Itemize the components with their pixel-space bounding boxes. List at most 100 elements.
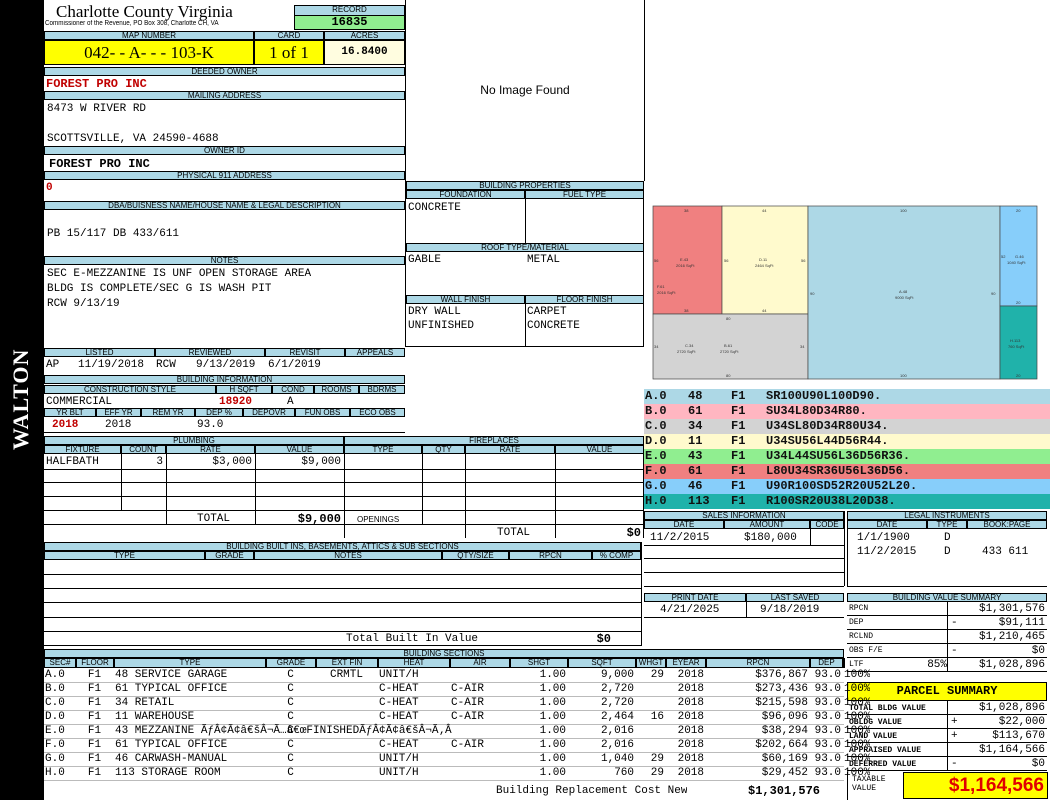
section-cell-eyear: 2018 <box>677 767 704 779</box>
builtins-total: $0 <box>596 632 611 646</box>
sketch-dim: 34 <box>654 344 659 349</box>
reviewed-date: 9/13/2019 <box>196 359 256 371</box>
print-date-label: PRINT DATE <box>644 593 746 602</box>
wall-2: UNFINISHED <box>408 320 475 332</box>
sections-col-header: DEP <box>810 658 843 668</box>
section-cell-dep: 93.0 <box>814 725 841 737</box>
section-cell-shgt: 1.00 <box>539 753 566 765</box>
plumbing-label: PLUMBING <box>44 436 344 445</box>
section-cell-eyear: 2018 <box>677 697 704 709</box>
section-cell-rpcn: $60,169 <box>761 753 808 765</box>
value-summary-row: LTF 85% $1,028,896 <box>847 658 1047 672</box>
sketch-area-b-sqft: 2720 SqFt <box>720 349 739 354</box>
sketch-legend-row: E.0 43 F1 U34L44SU56L36D56R36. <box>644 449 1050 464</box>
revisit-label: REVISIT <box>265 348 345 357</box>
sales-col-code: CODE <box>810 520 844 529</box>
parcel-summary-row: DEFERRED VALUE - $0 <box>847 757 1047 771</box>
plumb-col-count: COUNT <box>121 445 166 454</box>
listed-by: AP <box>46 359 60 371</box>
section-cell-whgt: 16 <box>650 711 664 723</box>
hsqft-label: H SQFT <box>216 385 272 394</box>
value-summary-key: OBS F/E <box>849 646 883 655</box>
notes-line1: SEC E-MEZZANINE IS UNF OPEN STORAGE AREA <box>47 268 312 280</box>
sketch-dim: 52 <box>1001 254 1006 259</box>
legend-path: U90R100SD52R20U52L20. <box>766 479 918 493</box>
legend-floor: F1 <box>731 434 746 448</box>
section-cell-air: C-AIR <box>451 683 485 695</box>
section-cell-type: 11 WAREHOUSE <box>115 711 195 723</box>
builtins-label: BUILDING BUILT INS, BASEMENTS, ATTICS & … <box>44 542 641 551</box>
map-number: 042- - A- - - 103-K <box>44 40 254 65</box>
fire-col-qty: QTY <box>422 445 465 454</box>
value-summary-row: DEP - $91,111 <box>847 616 1047 630</box>
sale-date: 11/2/2015 <box>650 532 710 544</box>
section-cell-comp: 100% <box>844 725 871 737</box>
plumb-count: 3 <box>156 456 163 468</box>
section-cell-type: 34 RETAIL <box>115 697 175 709</box>
section-cell-rpcn: $96,096 <box>761 711 808 723</box>
sales-col-amount: AMOUNT <box>724 520 810 529</box>
legal-date-2: 11/2/2015 <box>857 546 917 558</box>
section-cell-dep: 93.0 <box>814 669 841 681</box>
floor-1: CARPET <box>527 306 567 318</box>
section-cell-type: 113 STORAGE ROOM <box>115 767 221 779</box>
section-cell-shgt: 1.00 <box>539 767 566 779</box>
owner-id: FOREST PRO INC <box>49 157 150 171</box>
yrblt-label: YR BLT <box>44 408 96 417</box>
section-cell-rpcn: $215,598 <box>755 697 808 709</box>
sketch-dim: 56 <box>801 258 806 263</box>
yrblt-value: 2018 <box>52 419 79 431</box>
section-cell-sec: A.0 <box>45 669 65 681</box>
legal-book-2: 433 611 <box>982 546 1029 558</box>
sections-col-header: HEAT <box>378 658 450 668</box>
section-cell-floor: F1 <box>87 739 102 751</box>
sections-col-header: WHGT <box>636 658 666 668</box>
section-cell-sec: B.0 <box>45 683 65 695</box>
replacement-cost: $1,301,576 <box>748 784 821 798</box>
legend-num: 113 <box>688 494 710 508</box>
section-cell-shgt: 1.00 <box>539 683 566 695</box>
section-cell-heat: UNIT/H <box>379 767 419 779</box>
sketch-dim: 20 <box>1016 208 1021 213</box>
section-cell-rpcn: $202,664 <box>755 739 808 751</box>
sketch-dim: 90 <box>810 291 815 296</box>
section-cell-rpcn: $273,436 <box>755 683 808 695</box>
plumb-col-rate: RATE <box>166 445 255 454</box>
parcel-summary-divider <box>947 729 948 743</box>
value-summary-val: $91,111 <box>998 617 1045 629</box>
legend-num: 61 <box>688 464 703 478</box>
sections-label: BUILDING SECTIONS <box>44 649 844 658</box>
section-cell-rpcn: $376,867 <box>755 669 808 681</box>
section-cell-heat: C-HEAT <box>379 739 419 751</box>
section-cell-rpcn: $38,294 <box>761 725 808 737</box>
section-cell-grade: C <box>287 739 294 751</box>
acres-value: 16.8400 <box>324 40 405 65</box>
parcel-summary-row: TOTAL BLDG VALUE $1,028,896 <box>847 701 1047 715</box>
bi-col-type: TYPE <box>44 551 205 560</box>
props-label: BUILDING PROPERTIES <box>406 181 644 190</box>
section-cell-grade: C <box>287 767 294 779</box>
legend-path: SR100U90L100D90. <box>766 389 882 403</box>
section-cell-eyear: 2018 <box>677 753 704 765</box>
legend-path: U34SU56L44D56R44. <box>766 434 889 448</box>
section-cell-sec: H.0 <box>45 767 65 779</box>
sketch-area-f-sqft: 2016 SqFt <box>657 290 676 295</box>
parcel-summary-divider <box>947 743 948 757</box>
section-cell-type: 61 TYPICAL OFFICE <box>115 739 228 751</box>
section-cell-dep: 93.0 <box>814 753 841 765</box>
bi-col-qty: QTY/SIZE <box>442 551 509 560</box>
building-sketch: 38 44 100 20 56 56 56 38 44 80 90 90 34 … <box>652 205 1038 380</box>
sketch-label-f: F.61 <box>657 284 665 289</box>
legend-id: F.0 <box>645 464 667 478</box>
section-cell-air: C-AIR <box>451 697 485 709</box>
sketch-dim: 44 <box>762 208 767 213</box>
sales-col-date: DATE <box>644 520 724 529</box>
fire-col-value: VALUE <box>555 445 644 454</box>
sketch-legend-row: D.0 11 F1 U34SU56L44D56R44. <box>644 434 1050 449</box>
section-cell-shgt: 1.00 <box>539 739 566 751</box>
sections-col-header: AIR <box>450 658 510 668</box>
legend-num: 34 <box>688 419 703 433</box>
legend-id: G.0 <box>645 479 667 493</box>
section-cell-comp: 100% <box>844 711 871 723</box>
sections-col-header: SQFT <box>568 658 636 668</box>
